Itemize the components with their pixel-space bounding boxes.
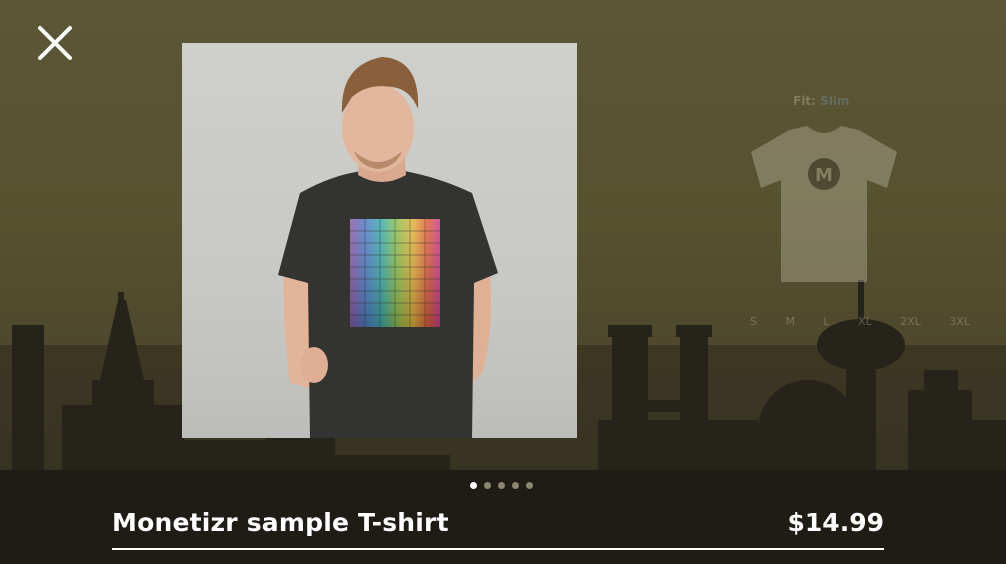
image-carousel-indicator — [470, 482, 533, 489]
fit-value: Slim — [820, 94, 850, 108]
size-option: S — [750, 315, 757, 328]
carousel-dot[interactable] — [484, 482, 491, 489]
carousel-dot[interactable] — [526, 482, 533, 489]
size-option: 3XL — [949, 315, 970, 328]
close-button[interactable] — [34, 22, 76, 64]
size-options: S M L XL 2XL 3XL — [750, 315, 970, 328]
size-option: L — [823, 315, 830, 328]
fit-label: Fit: — [793, 94, 816, 108]
tshirt-logo-icon: M — [751, 126, 897, 282]
product-image[interactable] — [182, 43, 577, 438]
carousel-dot-active[interactable] — [470, 482, 477, 489]
carousel-dot[interactable] — [498, 482, 505, 489]
size-option: XL — [858, 315, 872, 328]
product-price: $14.99 — [787, 508, 884, 537]
divider — [112, 548, 884, 550]
size-option: M — [785, 315, 795, 328]
product-title: Monetizr sample T-shirt — [112, 508, 449, 537]
size-option: 2XL — [900, 315, 921, 328]
svg-text:M: M — [815, 165, 833, 186]
carousel-dot[interactable] — [512, 482, 519, 489]
fit-info: Fit: Slim — [793, 94, 849, 108]
background-product-detail: Fit: Slim M S M L XL 2XL 3XL — [745, 92, 975, 392]
close-icon — [38, 26, 72, 60]
product-modal: Fit: Slim M S M L XL 2XL 3XL Monetizr sa… — [0, 0, 1006, 564]
model-wearing-tshirt-photo — [278, 57, 498, 438]
